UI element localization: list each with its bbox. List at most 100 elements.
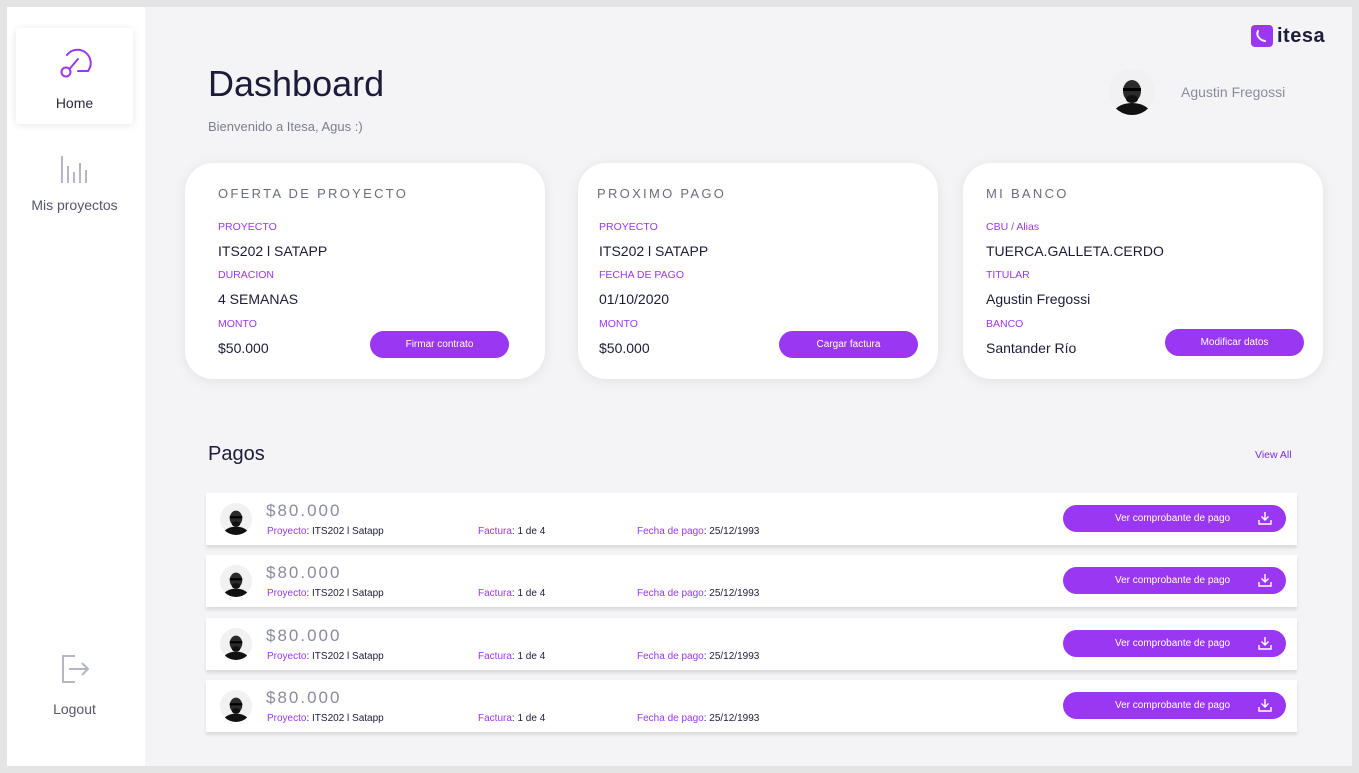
- avatar: [220, 628, 252, 660]
- download-icon: [1257, 697, 1273, 716]
- logout-icon: [58, 652, 92, 691]
- payment-project: Proyecto: ITS202 l Satapp: [267, 526, 384, 537]
- cargar-factura-button[interactable]: Cargar factura: [779, 331, 918, 358]
- field-value: ITS202 l SATAPP: [599, 243, 709, 259]
- meta-value: 25/12/1993: [709, 526, 760, 537]
- payment-project: Proyecto: ITS202 l Satapp: [267, 713, 384, 724]
- list-item: $80.000 Proyecto: ITS202 l Satapp Factur…: [206, 618, 1297, 670]
- meta-value: 25/12/1993: [709, 651, 760, 662]
- field-value: $50.000: [218, 340, 269, 356]
- ver-comprobante-button[interactable]: Ver comprobante de pago: [1063, 567, 1286, 594]
- field-value: 01/10/2020: [599, 291, 670, 307]
- payment-project: Proyecto: ITS202 l Satapp: [267, 588, 384, 599]
- field-label: TITULAR: [986, 269, 1030, 281]
- meta-value: 1 de 4: [517, 651, 546, 662]
- meta-label: Fecha de pago: [637, 526, 704, 537]
- field-value: Santander Río: [986, 340, 1077, 356]
- meta-label: Fecha de pago: [637, 713, 704, 724]
- meta-label: Fecha de pago: [637, 651, 704, 662]
- field-label: PROYECTO: [218, 221, 277, 233]
- meta-label: Factura: [478, 526, 512, 537]
- field-value: TUERCA.GALLETA.CERDO: [986, 243, 1164, 259]
- meta-value: ITS202 l Satapp: [312, 588, 384, 599]
- field-label: DURACION: [218, 269, 275, 281]
- ver-comprobante-button[interactable]: Ver comprobante de pago: [1063, 692, 1286, 719]
- field-label: MONTO: [218, 318, 257, 330]
- meta-label: Factura: [478, 651, 512, 662]
- button-label: Ver comprobante de pago: [1115, 700, 1231, 711]
- card-title: OFERTA DE PROYECTO: [218, 186, 409, 201]
- user-name[interactable]: Agustin Fregossi: [1181, 84, 1285, 100]
- payment-invoice: Factura: 1 de 4: [478, 713, 546, 724]
- meta-value: 1 de 4: [517, 713, 546, 724]
- avatar: [220, 565, 252, 597]
- download-icon: [1257, 572, 1273, 591]
- sidebar-item-home[interactable]: Home: [16, 28, 133, 124]
- sidebar-item-mis-proyectos[interactable]: Mis proyectos: [16, 147, 133, 243]
- button-label: Ver comprobante de pago: [1115, 638, 1231, 649]
- card-oferta-proyecto: OFERTA DE PROYECTO PROYECTO ITS202 l SAT…: [185, 163, 545, 379]
- meta-label: Factura: [478, 713, 512, 724]
- brand-logo: itesa: [1251, 23, 1325, 49]
- field-label: PROYECTO: [599, 221, 658, 233]
- list-item: $80.000 Proyecto: ITS202 l Satapp Factur…: [206, 680, 1297, 732]
- meta-value: ITS202 l Satapp: [312, 713, 384, 724]
- button-label: Ver comprobante de pago: [1115, 575, 1231, 586]
- payment-date: Fecha de pago: 25/12/1993: [637, 526, 760, 537]
- avatar: [220, 690, 252, 722]
- field-label: BANCO: [986, 318, 1024, 330]
- card-mi-banco: MI BANCO CBU / Alias TUERCA.GALLETA.CERD…: [963, 163, 1323, 379]
- field-value: ITS202 l SATAPP: [218, 243, 328, 259]
- field-value: Agustin Fregossi: [986, 291, 1091, 307]
- button-label: Ver comprobante de pago: [1115, 513, 1231, 524]
- download-icon: [1257, 635, 1273, 654]
- meta-value: ITS202 l Satapp: [312, 526, 384, 537]
- firmar-contrato-button[interactable]: Firmar contrato: [370, 331, 509, 358]
- sidebar: Home Mis proyectos Logout: [7, 7, 145, 766]
- ver-comprobante-button[interactable]: Ver comprobante de pago: [1063, 630, 1286, 657]
- section-title: Pagos: [208, 443, 265, 465]
- welcome-text: Bienvenido a Itesa, Agus :): [208, 119, 363, 134]
- payment-amount: $80.000: [266, 563, 342, 582]
- field-label: CBU / Alias: [986, 221, 1040, 233]
- speedometer-icon: [58, 45, 92, 84]
- logout-button[interactable]: Logout: [16, 647, 133, 743]
- payment-date: Fecha de pago: 25/12/1993: [637, 651, 760, 662]
- field-label: MONTO: [599, 318, 638, 330]
- phone-icon: [1251, 25, 1273, 47]
- meta-label: Proyecto: [267, 588, 307, 599]
- meta-label: Proyecto: [267, 651, 307, 662]
- meta-value: 1 de 4: [517, 526, 546, 537]
- sidebar-item-label: Home: [55, 95, 94, 111]
- meta-value: 1 de 4: [517, 588, 546, 599]
- app-window: Home Mis proyectos Logout itesa Dashboar…: [7, 7, 1352, 766]
- card-title: PROXIMO PAGO: [597, 186, 727, 201]
- payment-date: Fecha de pago: 25/12/1993: [637, 713, 760, 724]
- field-value: 4 SEMANAS: [218, 291, 299, 307]
- payment-invoice: Factura: 1 de 4: [478, 651, 546, 662]
- meta-value: 25/12/1993: [709, 588, 760, 599]
- field-label: FECHA DE PAGO: [599, 269, 684, 281]
- avatar: [220, 503, 252, 535]
- card-proximo-pago: PROXIMO PAGO PROYECTO ITS202 l SATAPP FE…: [578, 163, 938, 379]
- payment-invoice: Factura: 1 de 4: [478, 526, 546, 537]
- meta-label: Factura: [478, 588, 512, 599]
- modificar-datos-button[interactable]: Modificar datos: [1165, 329, 1304, 356]
- payment-amount: $80.000: [266, 688, 342, 707]
- payment-date: Fecha de pago: 25/12/1993: [637, 588, 760, 599]
- payment-project: Proyecto: ITS202 l Satapp: [267, 651, 384, 662]
- meta-label: Proyecto: [267, 713, 307, 724]
- card-title: MI BANCO: [986, 186, 1069, 201]
- logout-label: Logout: [53, 701, 96, 717]
- payment-invoice: Factura: 1 de 4: [478, 588, 546, 599]
- download-icon: [1257, 510, 1273, 529]
- view-all-link[interactable]: View All: [1255, 449, 1292, 461]
- meta-value: ITS202 l Satapp: [312, 651, 384, 662]
- avatar[interactable]: [1109, 69, 1155, 115]
- meta-label: Proyecto: [267, 526, 307, 537]
- ver-comprobante-button[interactable]: Ver comprobante de pago: [1063, 505, 1286, 532]
- sidebar-item-label: Mis proyectos: [31, 197, 118, 213]
- brand-name: itesa: [1277, 24, 1326, 47]
- list-item: $80.000 Proyecto: ITS202 l Satapp Factur…: [206, 555, 1297, 607]
- page-title: Dashboard: [208, 63, 385, 104]
